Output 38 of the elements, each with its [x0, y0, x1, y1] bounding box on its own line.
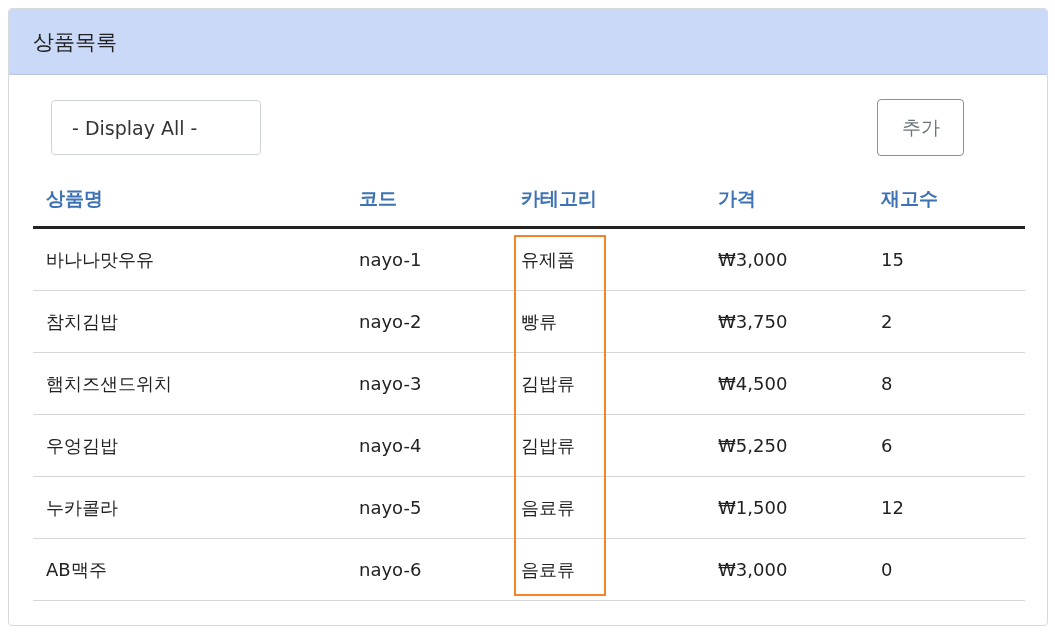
- column-header: 상품명: [33, 172, 346, 229]
- code-cell: nayo-6: [346, 539, 508, 601]
- price-cell: ₩4,500: [705, 353, 868, 415]
- price-cell: ₩1,500: [705, 477, 868, 539]
- price-cell: ₩3,000: [705, 539, 868, 601]
- code-cell: nayo-5: [346, 477, 508, 539]
- stock-cell: 0: [868, 539, 1025, 601]
- panel-title: 상품목록: [33, 28, 117, 56]
- column-header: 코드: [346, 172, 508, 229]
- stock-cell: 2: [868, 291, 1025, 353]
- product-name-cell: 참치김밥: [33, 291, 346, 353]
- price-cell: ₩5,250: [705, 415, 868, 477]
- product-name-cell: AB맥주: [33, 539, 346, 601]
- category-cell: 김밥류: [508, 415, 705, 477]
- code-cell: nayo-2: [346, 291, 508, 353]
- stock-cell: 6: [868, 415, 1025, 477]
- category-cell: 음료류: [508, 477, 705, 539]
- column-header: 카테고리: [508, 172, 705, 229]
- column-header: 재고수: [868, 172, 1025, 229]
- price-cell: ₩3,000: [705, 229, 868, 291]
- price-cell: ₩3,750: [705, 291, 868, 353]
- stock-cell: 8: [868, 353, 1025, 415]
- category-cell: 유제품: [508, 229, 705, 291]
- category-cell: 빵류: [508, 291, 705, 353]
- product-name-cell: 바나나맛우유: [33, 229, 346, 291]
- product-name-cell: 우엉김밥: [33, 415, 346, 477]
- code-cell: nayo-3: [346, 353, 508, 415]
- category-cell: 음료류: [508, 539, 705, 601]
- code-cell: nayo-1: [346, 229, 508, 291]
- stock-cell: 15: [868, 229, 1025, 291]
- stock-cell: 12: [868, 477, 1025, 539]
- add-button[interactable]: 추가: [877, 99, 964, 156]
- code-cell: nayo-4: [346, 415, 508, 477]
- category-cell: 김밥류: [508, 353, 705, 415]
- product-name-cell: 누카콜라: [33, 477, 346, 539]
- display-filter-select[interactable]: - Display All -: [51, 100, 261, 155]
- product-name-cell: 햄치즈샌드위치: [33, 353, 346, 415]
- column-header: 가격: [705, 172, 868, 229]
